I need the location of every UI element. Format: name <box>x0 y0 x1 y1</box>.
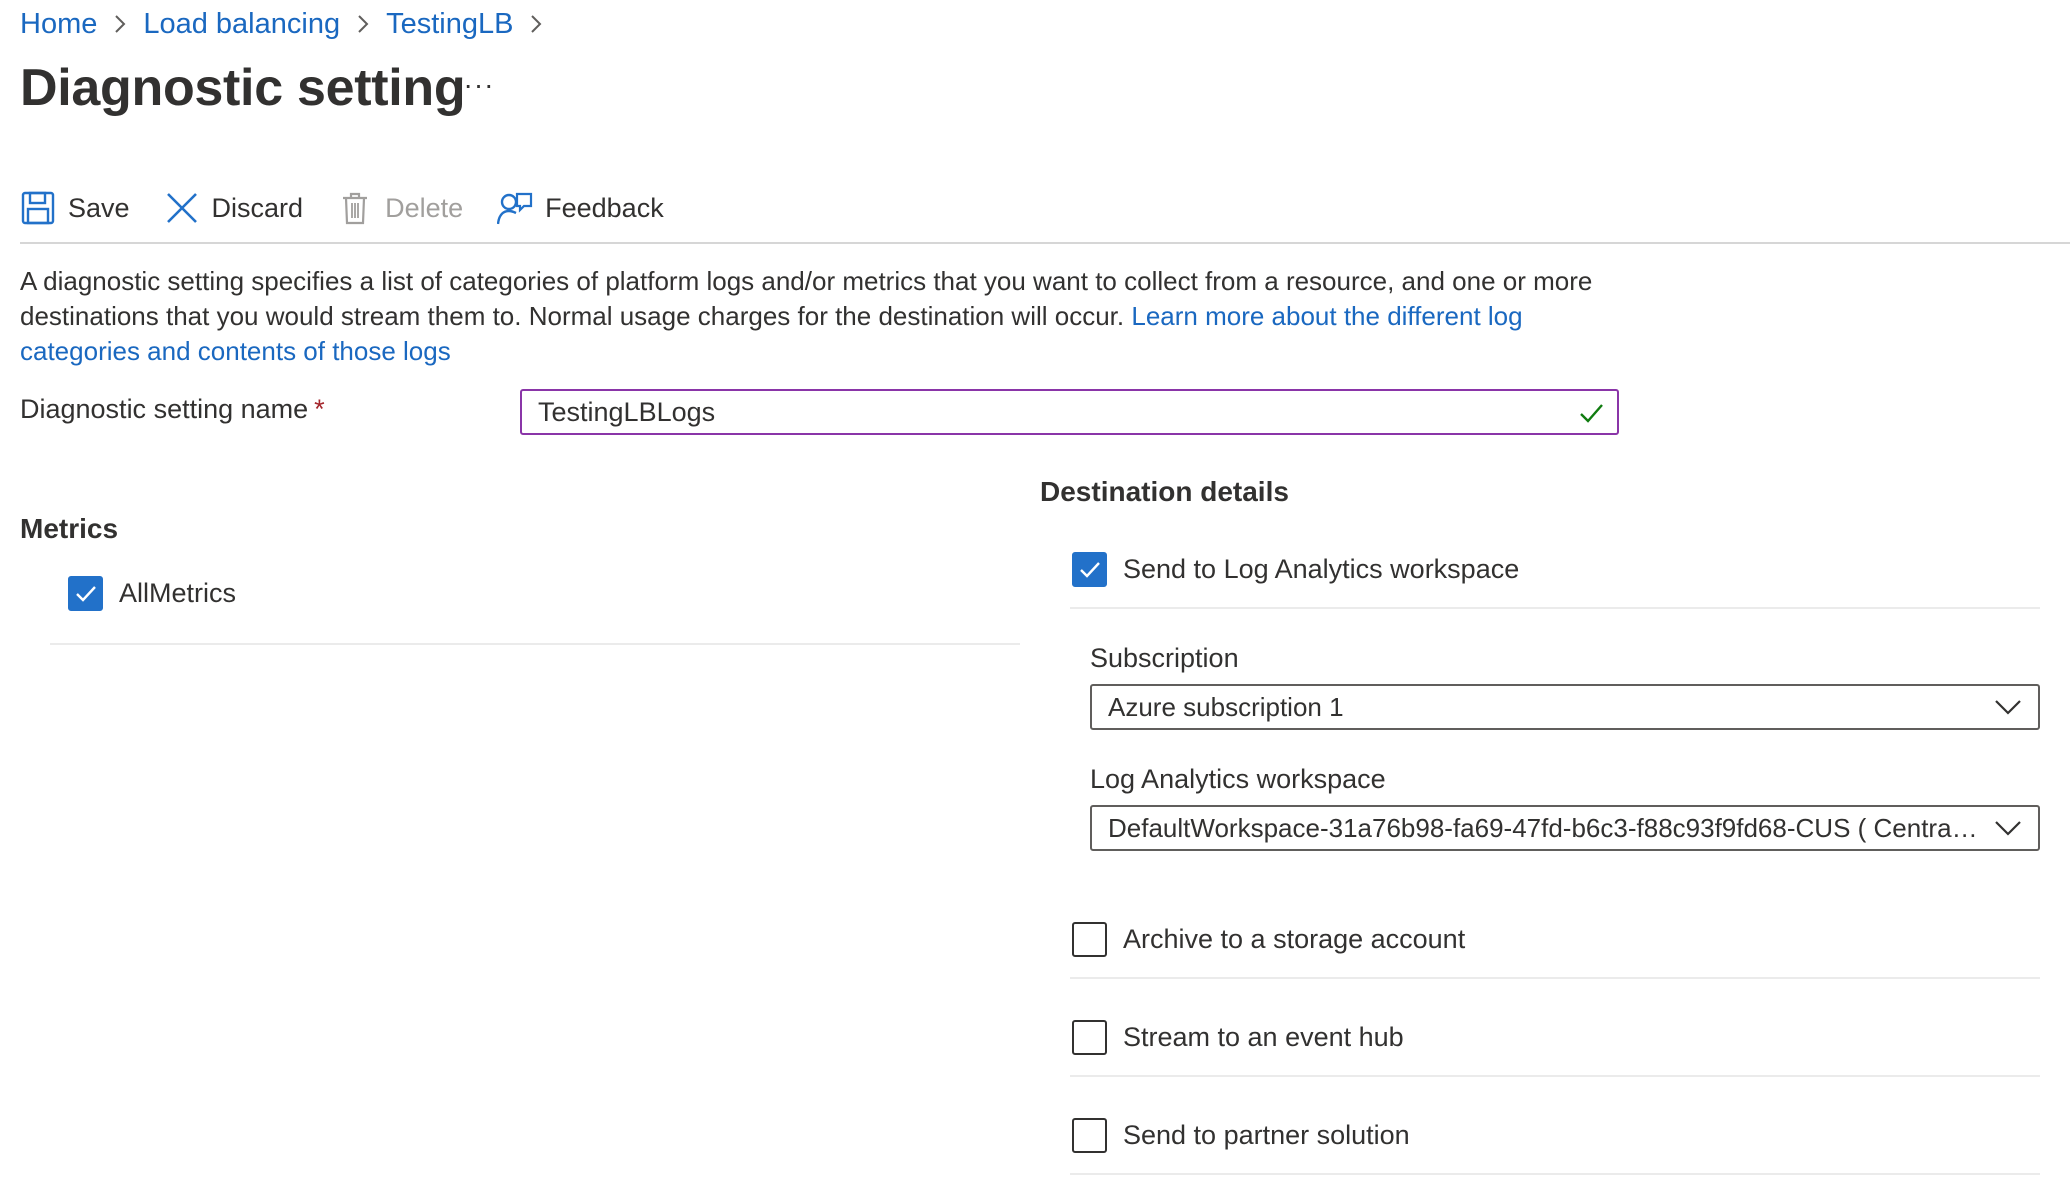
discard-label: Discard <box>211 192 304 223</box>
more-options-button[interactable]: ··· <box>462 70 496 110</box>
workspace-label: Log Analytics workspace <box>1090 764 1386 794</box>
page-title: Diagnostic setting <box>20 59 466 117</box>
feedback-button[interactable]: Feedback <box>497 190 664 226</box>
partner-checkbox[interactable] <box>1072 1118 1107 1153</box>
storage-label: Archive to a storage account <box>1123 924 1466 954</box>
close-icon <box>164 190 200 226</box>
chevron-right-icon <box>356 13 370 35</box>
discard-button[interactable]: Discard <box>164 190 304 226</box>
breadcrumb: Home Load balancing TestingLB <box>20 4 559 44</box>
subscription-value: Azure subscription 1 <box>1108 691 1344 722</box>
diagnostic-setting-name-field <box>520 389 1619 435</box>
diagnostic-setting-name-input[interactable] <box>522 391 1617 433</box>
save-button[interactable]: Save <box>20 190 130 226</box>
metrics-divider <box>50 643 1020 645</box>
feedback-label: Feedback <box>545 192 664 223</box>
storage-option: Archive to a storage account <box>1072 922 1465 957</box>
feedback-person-icon <box>497 190 533 226</box>
checkmark-icon <box>1079 561 1100 578</box>
subscription-dropdown[interactable]: Azure subscription 1 <box>1090 684 2040 730</box>
log-analytics-label: Send to Log Analytics workspace <box>1123 554 1520 584</box>
trash-icon <box>337 190 373 226</box>
delete-button[interactable]: Delete <box>337 190 463 226</box>
event-hub-checkbox[interactable] <box>1072 1020 1107 1055</box>
partner-label: Send to partner solution <box>1123 1120 1410 1150</box>
chevron-right-icon <box>529 13 543 35</box>
metric-item-allmetrics: AllMetrics <box>68 576 236 611</box>
event-hub-label: Stream to an event hub <box>1123 1022 1404 1052</box>
destination-section-title: Destination details <box>1040 476 1289 507</box>
delete-label: Delete <box>385 192 464 223</box>
workspace-dropdown[interactable]: DefaultWorkspace-31a76b98-fa69-47fd-b6c3… <box>1090 805 2040 851</box>
diagnostic-setting-name-label: Diagnostic setting name * <box>20 394 325 425</box>
event-hub-divider <box>1070 1075 2040 1077</box>
log-analytics-option: Send to Log Analytics workspace <box>1072 552 1519 587</box>
command-bar: Save Discard Delete Feedback <box>20 183 698 233</box>
log-analytics-divider <box>1070 607 2040 609</box>
partner-divider <box>1070 1173 2040 1175</box>
breadcrumb-testinglb[interactable]: TestingLB <box>386 8 513 41</box>
checkmark-icon <box>1577 399 1605 427</box>
breadcrumb-home[interactable]: Home <box>20 8 97 41</box>
save-label: Save <box>68 192 130 223</box>
save-icon <box>20 190 56 226</box>
event-hub-option: Stream to an event hub <box>1072 1020 1404 1055</box>
storage-divider <box>1070 977 2040 979</box>
log-analytics-checkbox[interactable] <box>1072 552 1107 587</box>
checkmark-icon <box>75 585 96 602</box>
partner-option: Send to partner solution <box>1072 1118 1410 1153</box>
description: A diagnostic setting specifies a list of… <box>20 264 1640 369</box>
required-indicator: * <box>314 394 325 424</box>
breadcrumb-load-balancing[interactable]: Load balancing <box>143 8 340 41</box>
toolbar-divider <box>20 242 2070 244</box>
workspace-value: DefaultWorkspace-31a76b98-fa69-47fd-b6c3… <box>1108 812 1978 843</box>
field-label-text: Diagnostic setting name <box>20 394 309 424</box>
allmetrics-checkbox[interactable] <box>68 576 103 611</box>
chevron-right-icon <box>113 13 127 35</box>
chevron-down-icon <box>1995 821 2021 836</box>
metrics-section-title: Metrics <box>20 513 119 544</box>
chevron-down-icon <box>1995 700 2021 715</box>
storage-checkbox[interactable] <box>1072 922 1107 957</box>
allmetrics-label: AllMetrics <box>119 578 237 608</box>
subscription-label: Subscription <box>1090 643 1239 673</box>
